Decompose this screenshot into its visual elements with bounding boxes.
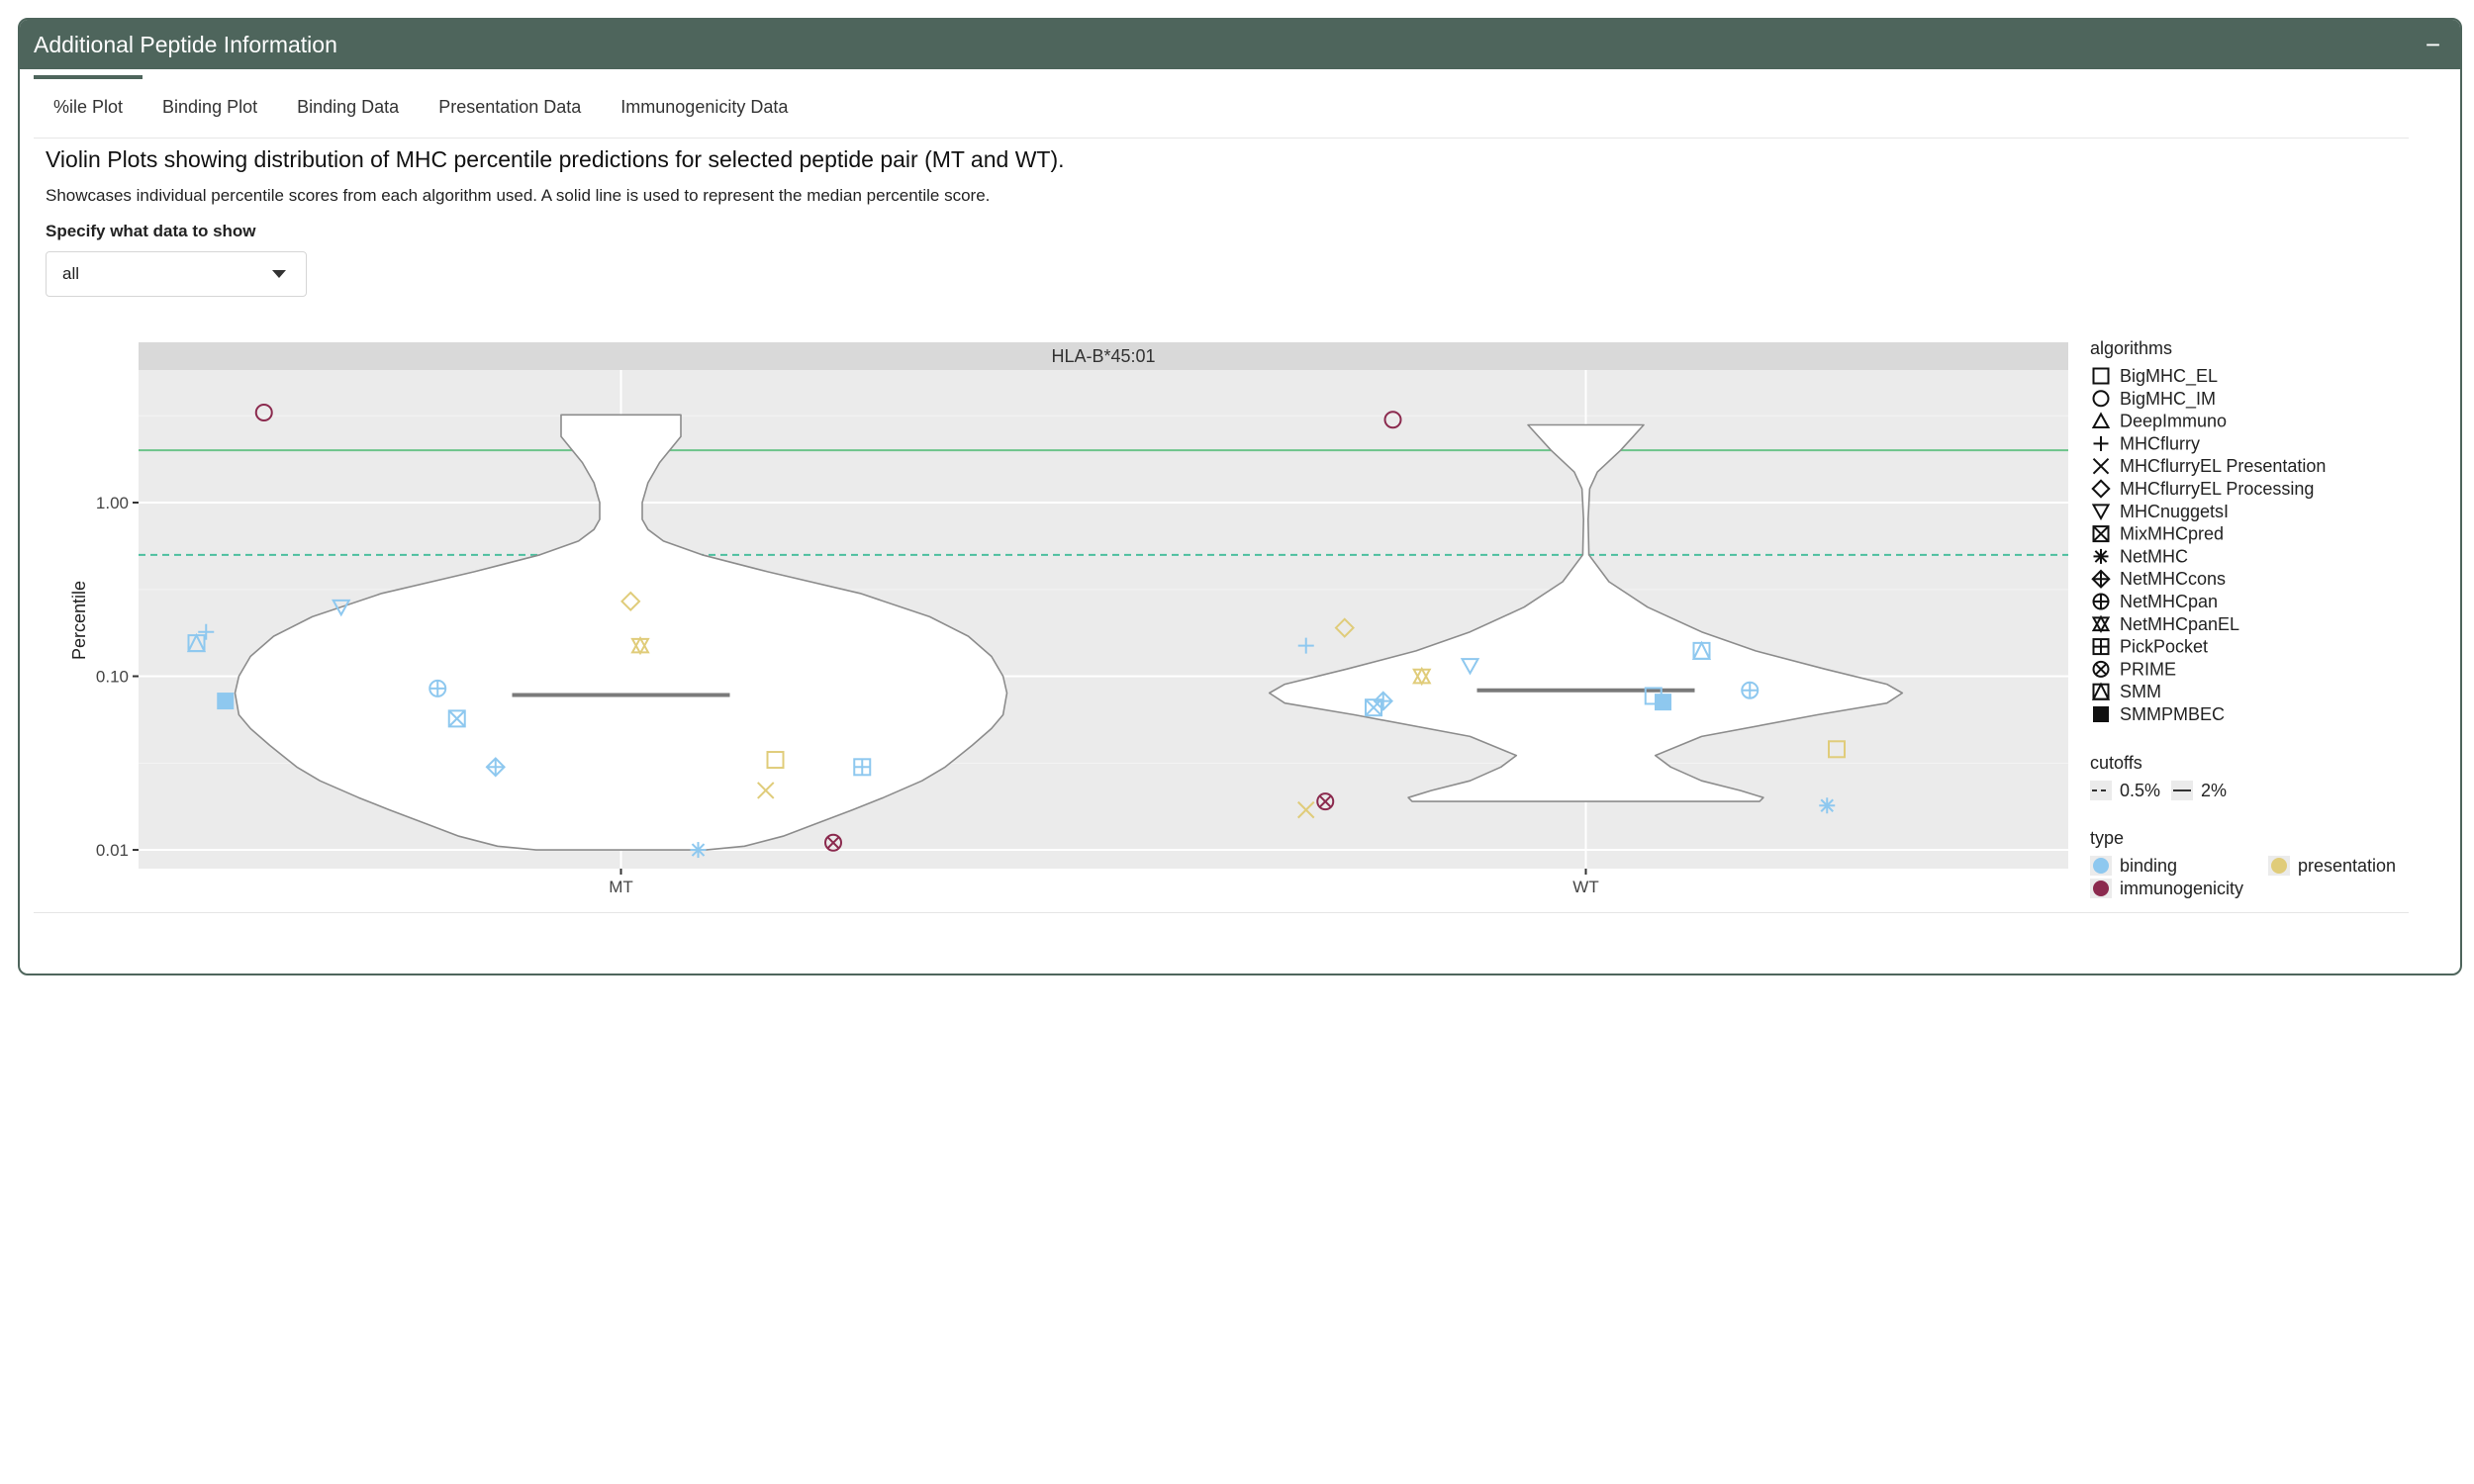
legend-label: BigMHC_IM: [2120, 389, 2216, 410]
legend-label: immunogenicity: [2120, 879, 2243, 898]
legend-item-mixmhcpred: MixMHCpred: [2092, 524, 2224, 544]
legend-label: MHCflurryEL Presentation: [2120, 456, 2326, 476]
legend-item-deepimmuno: DeepImmuno: [2091, 412, 2227, 431]
legend-label: BigMHC_EL: [2120, 366, 2218, 387]
legend-item-netmhcpanel: NetMHCpanEL: [2091, 614, 2239, 634]
panel-divider: [34, 912, 2409, 913]
point-netmhc-wt: [1819, 797, 1836, 814]
y-tick-label: 1.00: [96, 494, 129, 512]
y-tick-label: 0.10: [96, 668, 129, 687]
x-axis: MT WT: [609, 869, 1599, 896]
legend-label: PickPocket: [2120, 637, 2208, 657]
legend-label: 2%: [2201, 781, 2227, 800]
y-axis: 0.01 0.10 1.00: [96, 494, 139, 860]
legend-label: binding: [2120, 856, 2177, 876]
legend-item-smm: SMM: [2091, 682, 2161, 701]
legend-label: NetMHCpanEL: [2120, 614, 2239, 634]
legend-item-netmhc: NetMHC: [2093, 546, 2188, 566]
legend-item-bigmhc-im: BigMHC_IM: [2092, 389, 2216, 410]
legend-label: SMMPMBEC: [2120, 704, 2225, 724]
point-netmhcpan-mt: [428, 679, 447, 697]
legend-label: 0.5%: [2120, 781, 2160, 800]
legend-item-mhcflurryel-presentation: MHCflurryEL Presentation: [2092, 456, 2326, 476]
point-smmpmbec-mt: [217, 693, 235, 710]
legend-item-bigmhc-el: BigMHC_EL: [2092, 366, 2218, 387]
legend-label: MHCflurry: [2120, 433, 2200, 453]
percentile-violin-plot: HLA-B*45:01 0.01 0.10 1.00 MT WT Percentile…: [69, 338, 2396, 898]
legend-label: presentation: [2298, 856, 2396, 876]
legend-cutoff-solid: 2%: [2171, 781, 2227, 800]
legend-title-algorithms: algorithms: [2090, 338, 2172, 358]
legend-type-binding: binding: [2090, 856, 2177, 876]
legend-item-netmhcpan: NetMHCpan: [2092, 592, 2218, 611]
legend-item-mhcnuggetsi: MHCnuggetsI: [2091, 502, 2229, 521]
point-netmhcpan-wt: [1741, 681, 1760, 699]
legend-label: MHCflurryEL Processing: [2120, 479, 2314, 499]
legend-label: MixMHCpred: [2120, 524, 2224, 544]
legend-title-type: type: [2090, 828, 2124, 848]
legend-type-presentation: presentation: [2268, 856, 2396, 876]
legend-item-smmpmbec: SMMPMBEC: [2093, 704, 2225, 724]
legend-item-pickpocket: PickPocket: [2092, 637, 2208, 657]
x-tick-label-mt: MT: [609, 878, 633, 896]
legend-item-prime: PRIME: [2092, 659, 2176, 679]
legend-item-mhcflurryel-processing: MHCflurryEL Processing: [2091, 479, 2314, 499]
legend-label: PRIME: [2120, 659, 2176, 679]
x-tick-label-wt: WT: [1572, 878, 1598, 896]
point-smmpmbec-wt: [1655, 694, 1671, 711]
y-tick-label: 0.01: [96, 841, 129, 860]
y-axis-label: Percentile: [69, 581, 89, 660]
legend-item-mhcflurry: MHCflurry: [2093, 433, 2200, 453]
legend-label: NetMHC: [2120, 546, 2188, 566]
point-netmhc-mt: [690, 842, 707, 859]
legend-label: MHCnuggetsI: [2120, 502, 2229, 521]
legend: algorithms BigMHC_ELBigMHC_IM DeepImmuno MH…: [2090, 338, 2396, 898]
legend-type-immunogenicity: immunogenicity: [2090, 879, 2243, 898]
legend-label: NetMHCpan: [2120, 592, 2218, 611]
legend-title-cutoffs: cutoffs: [2090, 753, 2142, 773]
legend-cutoff-dashed: 0.5%: [2090, 781, 2160, 800]
legend-label: DeepImmuno: [2120, 412, 2227, 431]
legend-item-netmhccons: NetMHCcons: [2091, 569, 2226, 589]
facet-title: HLA-B*45:01: [1051, 346, 1155, 366]
legend-label: SMM: [2120, 682, 2161, 701]
legend-label: NetMHCcons: [2120, 569, 2226, 589]
